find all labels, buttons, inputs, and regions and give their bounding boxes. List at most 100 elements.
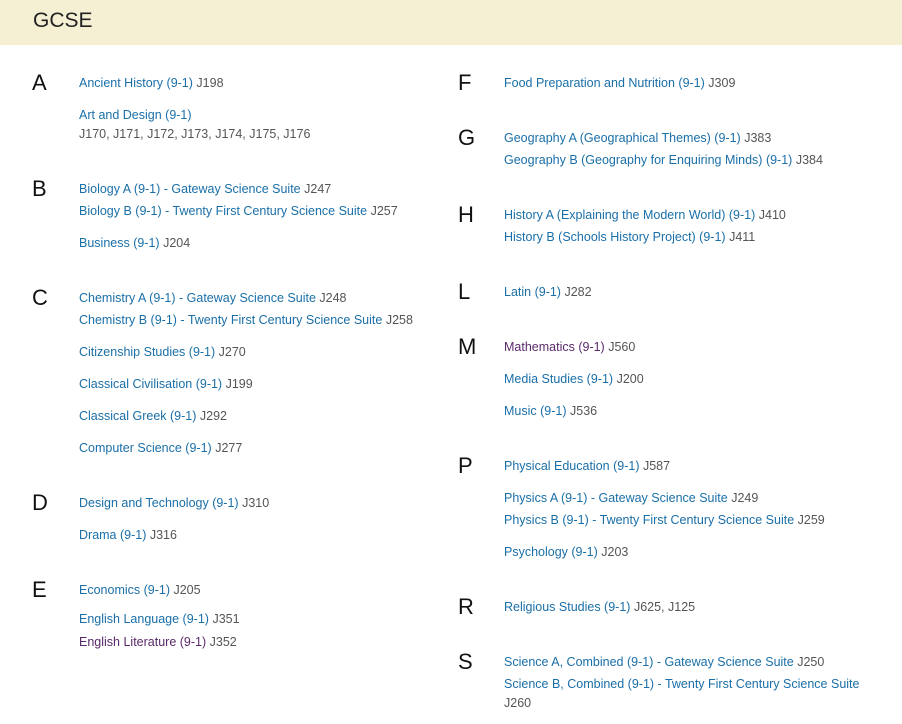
subject-code: J410 xyxy=(758,208,786,222)
subject-link[interactable]: English Literature (9-1) xyxy=(79,635,206,649)
subject-link[interactable]: Design and Technology (9-1) xyxy=(79,496,239,510)
subject-code-line: J260 xyxy=(504,694,531,712)
subject-link[interactable]: History A (Explaining the Modern World) … xyxy=(504,208,755,222)
subject-code: J200 xyxy=(616,372,644,386)
subject-link[interactable]: Food Preparation and Nutrition (9-1) xyxy=(504,76,705,90)
subject-item: Drama (9-1) J316 xyxy=(79,526,177,544)
subject-item: Media Studies (9-1) J200 xyxy=(504,370,644,388)
subject-item: English Language (9-1) J351 xyxy=(79,610,240,628)
subject-item: Physical Education (9-1) J587 xyxy=(504,457,670,475)
subject-link[interactable]: Physics B (9-1) - Twenty First Century S… xyxy=(504,513,794,527)
subject-item: Chemistry A (9-1) - Gateway Science Suit… xyxy=(79,289,347,307)
section-letter-g: G xyxy=(458,125,476,150)
subject-code: J625, J125 xyxy=(633,600,696,614)
subject-link[interactable]: Classical Greek (9-1) xyxy=(79,409,196,423)
subject-link[interactable]: Business (9-1) xyxy=(79,236,160,250)
subject-link[interactable]: Psychology (9-1) xyxy=(504,545,598,559)
subject-code: J352 xyxy=(209,635,237,649)
subject-code: J199 xyxy=(225,377,253,391)
subject-item: Food Preparation and Nutrition (9-1) J30… xyxy=(504,74,735,92)
subject-link[interactable]: Geography B (Geography for Enquiring Min… xyxy=(504,153,792,167)
page-header: GCSE xyxy=(0,0,902,45)
subject-code: J383 xyxy=(744,131,772,145)
subject-item: Ancient History (9-1) J198 xyxy=(79,74,224,92)
subject-item: Design and Technology (9-1) J310 xyxy=(79,494,269,512)
subject-code: J309 xyxy=(708,76,736,90)
subject-link[interactable]: English Language (9-1) xyxy=(79,612,209,626)
subject-link[interactable]: Geography A (Geographical Themes) (9-1) xyxy=(504,131,741,145)
subject-item: Physics A (9-1) - Gateway Science Suite … xyxy=(504,489,758,507)
section-letter-d: D xyxy=(32,490,48,515)
subject-link[interactable]: Biology A (9-1) - Gateway Science Suite xyxy=(79,182,301,196)
subject-code: J258 xyxy=(385,313,413,327)
subject-code: J270 xyxy=(218,345,246,359)
section-letter-e: E xyxy=(32,577,47,602)
subject-item: Physics B (9-1) - Twenty First Century S… xyxy=(504,511,825,529)
subject-item: Psychology (9-1) J203 xyxy=(504,543,628,561)
subject-code: J257 xyxy=(370,204,398,218)
subject-code: J316 xyxy=(149,528,177,542)
subject-item: Classical Civilisation (9-1) J199 xyxy=(79,375,253,393)
subject-item: Economics (9-1) J205 xyxy=(79,581,201,599)
section-letter-m: M xyxy=(458,334,477,359)
subject-code: J536 xyxy=(570,404,598,418)
subject-item: Biology A (9-1) - Gateway Science Suite … xyxy=(79,180,331,198)
subject-link[interactable]: Media Studies (9-1) xyxy=(504,372,613,386)
subject-code-line: J170, J171, J172, J173, J174, J175, J176 xyxy=(79,125,310,143)
subject-link[interactable]: Citizenship Studies (9-1) xyxy=(79,345,215,359)
section-letter-b: B xyxy=(32,176,47,201)
subject-code: J247 xyxy=(304,182,332,196)
subject-item: Science B, Combined (9-1) - Twenty First… xyxy=(504,675,859,693)
subject-link[interactable]: Ancient History (9-1) xyxy=(79,76,193,90)
subject-code: J587 xyxy=(642,459,671,473)
subject-link[interactable]: Religious Studies (9-1) xyxy=(504,600,630,614)
subject-code: J205 xyxy=(173,583,201,597)
subject-item: Geography B (Geography for Enquiring Min… xyxy=(504,151,823,169)
subject-code: J203 xyxy=(601,545,629,559)
subject-item: Science A, Combined (9-1) - Gateway Scie… xyxy=(504,653,824,671)
subject-link[interactable]: Computer Science (9-1) xyxy=(79,441,212,455)
subject-link[interactable]: Physics A (9-1) - Gateway Science Suite xyxy=(504,491,728,505)
subject-link[interactable]: Music (9-1) xyxy=(504,404,567,418)
subject-link[interactable]: Science B, Combined (9-1) - Twenty First… xyxy=(504,677,859,691)
subject-item: History A (Explaining the Modern World) … xyxy=(504,206,786,224)
subject-code: J198 xyxy=(196,76,224,90)
subject-link[interactable]: Economics (9-1) xyxy=(79,583,170,597)
subject-link[interactable]: Chemistry B (9-1) - Twenty First Century… xyxy=(79,313,382,327)
subject-item: Computer Science (9-1) J277 xyxy=(79,439,242,457)
subject-item: Religious Studies (9-1) J625, J125 xyxy=(504,598,695,616)
subject-item: History B (Schools History Project) (9-1… xyxy=(504,228,755,246)
subject-code: J204 xyxy=(163,236,191,250)
subject-link[interactable]: Chemistry A (9-1) - Gateway Science Suit… xyxy=(79,291,316,305)
section-letter-h: H xyxy=(458,202,474,227)
subject-item: Biology B (9-1) - Twenty First Century S… xyxy=(79,202,398,220)
subject-code: J384 xyxy=(795,153,823,167)
subject-item: Business (9-1) J204 xyxy=(79,234,190,252)
subject-code: J411 xyxy=(729,230,756,244)
subject-link[interactable]: Classical Civilisation (9-1) xyxy=(79,377,222,391)
subject-code: J260 xyxy=(504,696,532,710)
subject-code: J560 xyxy=(608,340,636,354)
subject-link[interactable]: Science A, Combined (9-1) - Gateway Scie… xyxy=(504,655,794,669)
subject-code: J259 xyxy=(797,513,825,527)
subject-link[interactable]: Physical Education (9-1) xyxy=(504,459,639,473)
section-letter-r: R xyxy=(458,594,474,619)
subject-link[interactable]: Latin (9-1) xyxy=(504,285,561,299)
subject-code: J310 xyxy=(242,496,270,510)
subject-link[interactable]: Art and Design (9-1) xyxy=(79,108,192,122)
subject-item: Geography A (Geographical Themes) (9-1) … xyxy=(504,129,771,147)
subject-item: Art and Design (9-1) xyxy=(79,106,192,124)
subject-link[interactable]: History B (Schools History Project) (9-1… xyxy=(504,230,726,244)
subject-link[interactable]: Mathematics (9-1) xyxy=(504,340,605,354)
subject-link[interactable]: Drama (9-1) xyxy=(79,528,146,542)
subject-item: Mathematics (9-1) J560 xyxy=(504,338,635,356)
subject-item: Chemistry B (9-1) - Twenty First Century… xyxy=(79,311,413,329)
subject-code: J277 xyxy=(215,441,243,455)
section-letter-c: C xyxy=(32,285,48,310)
subject-link[interactable]: Biology B (9-1) - Twenty First Century S… xyxy=(79,204,367,218)
subject-item: Music (9-1) J536 xyxy=(504,402,597,420)
subject-item: English Literature (9-1) J352 xyxy=(79,633,237,651)
section-letter-a: A xyxy=(32,70,47,95)
section-letter-l: L xyxy=(458,279,471,304)
subject-item: Citizenship Studies (9-1) J270 xyxy=(79,343,246,361)
